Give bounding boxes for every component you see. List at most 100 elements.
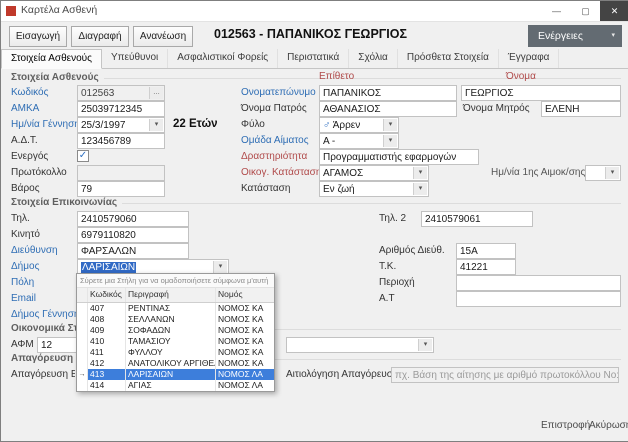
dropdown-header-row: Κωδικός Περιγραφή Νομός	[77, 288, 274, 303]
at-field[interactable]	[456, 291, 621, 307]
chevron-down-icon[interactable]: ▾	[213, 261, 227, 273]
amka-field[interactable]: 25039712345	[77, 101, 165, 117]
phone2-field[interactable]: 2410579061	[421, 211, 533, 227]
delete-button[interactable]: Διαγραφή	[71, 26, 129, 47]
cancel-link[interactable]: Ακύρωση	[589, 420, 628, 431]
tab-insurance[interactable]: Ασφαλιστικοί Φορείς	[168, 49, 278, 68]
close-icon[interactable]: ✕	[600, 1, 628, 21]
adt-field[interactable]: 123456789	[77, 133, 165, 149]
marital-status-label: Οικογ. Κατάσταση	[241, 167, 321, 178]
marital-status-combo[interactable]: ΑΓΑΜΟΣ ▾	[319, 165, 429, 181]
dropdown-row-selected[interactable]: → 413ΛΑΡΙΣΑΙΩΝΝΟΜΟΣ ΛΑ	[77, 369, 274, 380]
active-checkbox[interactable]: ✓	[77, 150, 89, 162]
adt-label: Α.Δ.Τ.	[11, 135, 38, 146]
chevron-down-icon[interactable]: ▾	[383, 119, 397, 131]
name-column-label: Όνομα	[506, 71, 536, 82]
patient-header-title: 012563 - ΠΑΠΑΝΙΚΟΣ ΓΕΩΡΓΙΟΣ	[214, 27, 407, 41]
status-combo[interactable]: Εν ζωή ▾	[319, 181, 429, 197]
blood-type-combo[interactable]: Α - ▾	[319, 133, 399, 149]
chevron-down-icon: ▾	[611, 25, 615, 47]
address-no-field[interactable]: 15Α	[456, 243, 516, 259]
prohibition-reason-field[interactable]: πχ. Βάση της αίτησης με αριθμό πρωτοκόλλ…	[391, 367, 619, 383]
tab-comments[interactable]: Σχόλια	[349, 49, 398, 68]
address-field[interactable]: ΦΑΡΣΑΛΩΝ	[77, 243, 189, 259]
protocol-field[interactable]	[77, 165, 165, 181]
blood-type-label[interactable]: Ομάδα Αίματος	[241, 135, 309, 146]
tab-incidents[interactable]: Περιστατικά	[278, 49, 349, 68]
occupation-field[interactable]: Προγραμματιστής εφαρμογών	[319, 149, 479, 165]
dropdown-row[interactable]: 407ΡΕΝΤΙΝΑΣΝΟΜΟΣ ΚΑ	[77, 303, 274, 314]
address-no-label: Αριθμός Διεύθ.	[379, 245, 445, 256]
tab-strip: Στοιχεία Ασθενούς Υπεύθυνοι Ασφαλιστικοί…	[1, 49, 628, 69]
city-label[interactable]: Πόλη	[11, 277, 34, 288]
birth-municipality-label[interactable]: Δήμος Γέννησης	[11, 309, 84, 320]
address-label[interactable]: Διεύθυνση	[11, 245, 58, 256]
section-contact-info: Στοιχεία Επικοινωνίας	[11, 197, 122, 208]
fullname-label[interactable]: Ονοματεπώνυμο	[241, 87, 316, 98]
maximize-icon[interactable]: ▢	[571, 1, 600, 21]
phone-field[interactable]: 2410579060	[77, 211, 189, 227]
insert-button[interactable]: Εισαγωγή	[9, 26, 67, 47]
weight-label: Βάρος	[11, 183, 40, 194]
chevron-down-icon[interactable]: ▾	[605, 167, 619, 179]
ellipsis-icon[interactable]: …	[149, 87, 163, 99]
dropdown-row[interactable]: 412ΑΝΑΤΟΛΙΚΟΥ ΑΡΓΙΘΕΑΣΝΟΜΟΣ ΚΑ	[77, 358, 274, 369]
municipality-label[interactable]: Δήμος	[11, 261, 39, 272]
postal-code-field[interactable]: 41221	[456, 259, 516, 275]
phone2-label: Τηλ. 2	[379, 213, 406, 224]
amka-label[interactable]: ΑΜΚΑ	[11, 103, 39, 114]
dropdown-group-hint: Σύρετε μια Στήλη για να ομαδοποιήσετε σύ…	[77, 274, 274, 288]
minimize-icon[interactable]: —	[542, 1, 571, 21]
refresh-button[interactable]: Ανανέωση	[133, 26, 193, 47]
dropdown-row[interactable]: 410ΤΑΜΑΣΙΟΥΝΟΜΟΣ ΚΑ	[77, 336, 274, 347]
birth-date-label[interactable]: Ημ/νία Γέννηση	[11, 119, 80, 130]
dropdown-row[interactable]: 409ΣΟΦΑΔΩΝΝΟΜΟΣ ΚΑ	[77, 325, 274, 336]
actions-button[interactable]: Ενέργειες ▾	[528, 25, 622, 47]
municipality-dropdown: Σύρετε μια Στήλη για να ομαδοποιήσετε σύ…	[76, 273, 275, 392]
active-label: Ενεργός	[11, 151, 48, 162]
column-header-code[interactable]: Κωδικός	[88, 288, 126, 302]
dropdown-row[interactable]: 414ΑΓΙΑΣΝΟΜΟΣ ΛΑ	[77, 380, 274, 391]
first-dialysis-label: Ημ/νία 1ης Αιμοκ/σης	[491, 167, 585, 178]
chevron-down-icon[interactable]: ▾	[413, 183, 427, 195]
tax-office-combo[interactable]: ▾	[286, 337, 434, 353]
at-label: Α.Τ	[379, 293, 395, 304]
chevron-down-icon[interactable]: ▾	[383, 135, 397, 147]
chevron-down-icon[interactable]: ▾	[418, 339, 432, 351]
code-field[interactable]: 012563 …	[77, 85, 165, 101]
weight-field[interactable]: 79	[77, 181, 165, 197]
name-field[interactable]: ΓΕΩΡΓΙΟΣ	[461, 85, 621, 101]
tab-patient-info[interactable]: Στοιχεία Ασθενούς	[1, 49, 102, 69]
gender-combo[interactable]: ♂ Άρρεν ▾	[319, 117, 399, 133]
occupation-label: Δραστηριότητα	[241, 151, 307, 162]
title-bar: Καρτέλα Ασθενή — ▢ ✕	[1, 1, 628, 22]
chevron-down-icon[interactable]: ▾	[413, 167, 427, 179]
chevron-down-icon[interactable]: ▾	[149, 119, 163, 131]
tab-guardians[interactable]: Υπεύθυνοι	[102, 49, 168, 68]
email-label[interactable]: Email	[11, 293, 36, 304]
dropdown-row[interactable]: 408ΣΕΛΛΑΝΩΝΝΟΜΟΣ ΚΑ	[77, 314, 274, 325]
row-indicator-icon: →	[77, 369, 88, 380]
dropdown-row[interactable]: 411ΦΥΛΛΟΥΝΟΜΟΣ ΚΑ	[77, 347, 274, 358]
tab-extra-info[interactable]: Πρόσθετα Στοιχεία	[398, 49, 499, 68]
area-field[interactable]	[456, 275, 621, 291]
mobile-field[interactable]: 6979110820	[77, 227, 189, 243]
first-dialysis-combo[interactable]: ▾	[585, 165, 621, 181]
code-label[interactable]: Κωδικός	[11, 87, 48, 98]
return-link[interactable]: Επιστροφή	[541, 420, 590, 431]
surname-field[interactable]: ΠΑΠΑΝΙΚΟΣ	[319, 85, 457, 101]
column-header-description[interactable]: Περιγραφή	[126, 288, 216, 302]
app-icon	[6, 6, 16, 16]
age-text: 22 Ετών	[173, 118, 218, 130]
column-header-county[interactable]: Νομός	[216, 288, 274, 302]
surname-column-label: Επίθετο	[319, 71, 354, 82]
gender-label: Φύλο	[241, 119, 265, 130]
mother-name-field[interactable]: ΕΛΕΝΗ	[541, 101, 621, 117]
protocol-label: Πρωτόκολλο	[11, 167, 67, 178]
postal-code-label: Τ.Κ.	[379, 261, 396, 272]
mobile-label: Κινητό	[11, 229, 40, 240]
area-label: Περιοχή	[379, 277, 415, 288]
father-name-field[interactable]: ΑΘΑΝΑΣΙΟΣ	[319, 101, 457, 117]
tab-documents[interactable]: Έγγραφα	[499, 49, 560, 68]
birth-date-field[interactable]: 25/3/1997 ▾	[77, 117, 165, 133]
